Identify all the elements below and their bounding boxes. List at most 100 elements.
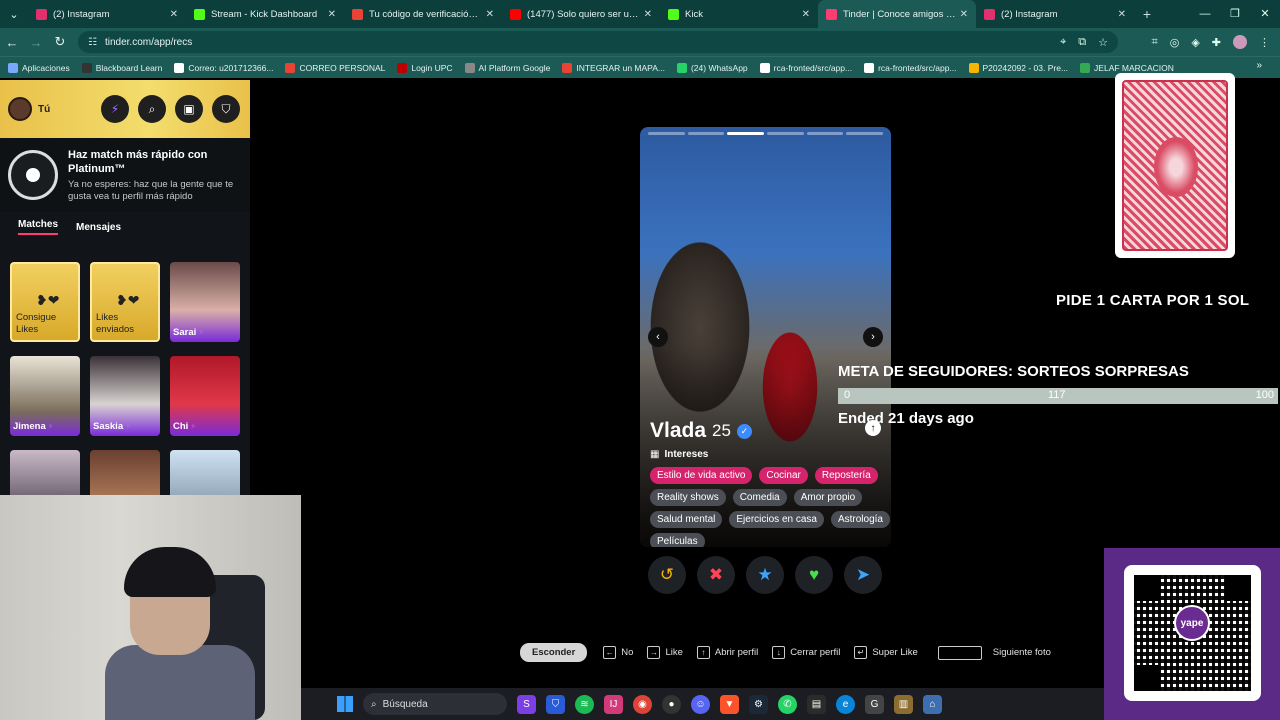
forward-icon[interactable]: → (24, 35, 48, 50)
browser-tab[interactable]: Kick ✕ (660, 0, 818, 28)
photo-indicator[interactable] (806, 132, 844, 135)
shield-icon[interactable]: ⛉ (212, 95, 240, 123)
github-icon[interactable]: ● (662, 694, 681, 714)
like-icon[interactable]: ♥ (795, 556, 833, 594)
intellij-icon[interactable]: IJ (604, 694, 623, 714)
minimize-icon[interactable]: — (1190, 0, 1220, 28)
app-icon[interactable]: ⛉ (546, 694, 565, 714)
app-icon[interactable]: S (517, 694, 536, 714)
close-tab-icon[interactable]: ✕ (486, 9, 494, 20)
close-tab-icon[interactable]: ✕ (960, 9, 968, 20)
match-tile[interactable]: Sarai ⚡ (170, 262, 240, 342)
close-tab-icon[interactable]: ✕ (328, 9, 336, 20)
new-tab-button[interactable]: + (1134, 0, 1160, 28)
briefcase-icon[interactable]: ▣ (175, 95, 203, 123)
profile-avatar-icon[interactable] (1233, 35, 1247, 49)
expand-profile-icon[interactable]: ↑ (865, 420, 881, 436)
boost-bolt-icon[interactable]: ⚡ (101, 95, 129, 123)
user-name[interactable]: Tú (38, 104, 50, 115)
match-tile[interactable] (90, 450, 160, 495)
bookmark-item[interactable]: Blackboard Learn (81, 62, 162, 73)
browser-tab[interactable]: Stream - Kick Dashboard ✕ (186, 0, 344, 28)
app-icon[interactable]: ▥ (894, 694, 913, 714)
likes-sent-tile[interactable]: ❥❤ Likes enviados (90, 262, 160, 342)
get-likes-tile[interactable]: ❥❤ Consigue Likes (10, 262, 80, 342)
browser-tab[interactable]: Tinder | Conoce amigos y gente ✕ (818, 0, 976, 28)
chrome-icon[interactable]: ◉ (633, 694, 652, 714)
location-icon[interactable]: ⌖ (1060, 36, 1066, 49)
bookmark-item[interactable]: (24) WhatsApp (676, 62, 748, 73)
avatar[interactable] (8, 97, 32, 121)
whatsapp-icon[interactable]: ✆ (778, 694, 797, 714)
bookmark-item[interactable]: rca-fronted/src/app... (759, 62, 852, 73)
cast-icon[interactable]: ⧉ (1078, 36, 1086, 49)
browser-tab[interactable]: (1477) Solo quiero ser uno de e ✕ (502, 0, 660, 28)
rewind-icon[interactable]: ↺ (648, 556, 686, 594)
match-tile[interactable] (10, 450, 80, 495)
restore-icon[interactable]: ❐ (1220, 0, 1250, 28)
explore-icon[interactable]: ⌕ (138, 95, 166, 123)
close-tab-icon[interactable]: ✕ (644, 9, 652, 20)
url-bar[interactable]: ☷ tinder.com/app/recs ⌖ ⧉ ☆ (78, 31, 1118, 53)
hide-button[interactable]: Esconder (520, 643, 588, 662)
spotify-icon[interactable]: ≋ (575, 694, 594, 714)
browser-tab[interactable]: (2) Instagram ✕ (976, 0, 1134, 28)
interest-chip: Ejercicios en casa (729, 511, 824, 528)
extension-icon[interactable]: ◎ (1170, 36, 1180, 49)
prev-photo-icon[interactable]: ‹ (648, 327, 668, 347)
discord-icon[interactable]: ☺ (691, 694, 710, 714)
match-tile[interactable]: Jimena ⚡ (10, 356, 80, 436)
bookmark-item[interactable]: AI Platform Google (464, 62, 550, 73)
next-photo-icon[interactable]: › (863, 327, 883, 347)
extension-icon[interactable]: ⌗ (1152, 36, 1158, 49)
close-window-icon[interactable]: ✕ (1250, 0, 1280, 28)
reload-icon[interactable]: ↻ (48, 34, 72, 50)
bookmark-item[interactable]: CORREO PERSONAL (285, 62, 385, 73)
super-like-icon[interactable]: ★ (746, 556, 784, 594)
bookmark-item[interactable]: P20242092 - 03. Pre... (968, 62, 1068, 73)
browser-tab[interactable]: Tu código de verificación de ins ✕ (344, 0, 502, 28)
close-tab-icon[interactable]: ✕ (170, 9, 178, 20)
nope-icon[interactable]: ✖ (697, 556, 735, 594)
tab-messages[interactable]: Mensajes (76, 222, 121, 233)
tab-matches[interactable]: Matches (18, 219, 59, 235)
boost-send-icon[interactable]: ➤ (844, 556, 882, 594)
extension-icon[interactable]: ◈ (1191, 36, 1199, 49)
photo-indicator[interactable] (648, 132, 685, 135)
bookmark-star-icon[interactable]: ☆ (1098, 36, 1108, 49)
app-icon[interactable]: G (865, 694, 884, 714)
brave-icon[interactable]: ▼ (720, 694, 739, 714)
close-tab-icon[interactable]: ✕ (802, 9, 810, 20)
puzzle-icon[interactable]: ✚ (1212, 36, 1221, 49)
match-tile[interactable]: Saskia ⚡ (90, 356, 160, 436)
photo-indicator[interactable] (727, 132, 765, 135)
browser-tab[interactable]: (2) Instagram ✕ (28, 0, 186, 28)
edge-icon[interactable]: e (836, 694, 855, 714)
bookmark-item[interactable]: JELAF MARCACION (1080, 62, 1174, 73)
platinum-promo[interactable]: Haz match más rápido con Platinum™ Ya no… (0, 138, 250, 212)
site-info-icon[interactable]: ☷ (88, 37, 97, 48)
bookmark-item[interactable]: rca-fronted/src/app... (864, 62, 957, 73)
windows-start-icon[interactable] (337, 696, 353, 712)
back-icon[interactable]: ← (0, 35, 24, 50)
app-icon[interactable]: ▤ (807, 694, 826, 714)
app-icon[interactable]: ⌂ (923, 694, 942, 714)
steam-icon[interactable]: ⚙ (749, 694, 768, 714)
photo-indicator[interactable] (846, 132, 884, 135)
bookmark-item[interactable]: Correo: u201712366... (174, 62, 273, 73)
photo-indicator[interactable] (767, 132, 804, 135)
tab-search-icon[interactable]: ⌄ (0, 0, 28, 28)
bookmarks-overflow-icon[interactable]: » (1256, 60, 1262, 71)
bookmark-item[interactable]: Login UPC (397, 62, 453, 73)
photo-indicator[interactable] (687, 132, 725, 135)
match-tile[interactable] (170, 450, 240, 495)
profile-age: 25 (712, 421, 731, 440)
menu-kebab-icon[interactable]: ⋮ (1259, 36, 1270, 49)
profile-card[interactable]: ‹ › Vlada 25 ✓ ▦ Intereses Estilo de vid… (640, 127, 891, 547)
bookmarks-bar: Aplicaciones Blackboard Learn Correo: u201… (0, 56, 1280, 78)
taskbar-search[interactable]: ⌕ Búsqueda (363, 693, 507, 715)
close-tab-icon[interactable]: ✕ (1118, 9, 1126, 20)
bookmark-item[interactable]: INTEGRAR un MAPA... (562, 62, 665, 73)
match-tile[interactable]: Chi ⚡ (170, 356, 240, 436)
bookmark-item[interactable]: Aplicaciones (8, 62, 70, 73)
